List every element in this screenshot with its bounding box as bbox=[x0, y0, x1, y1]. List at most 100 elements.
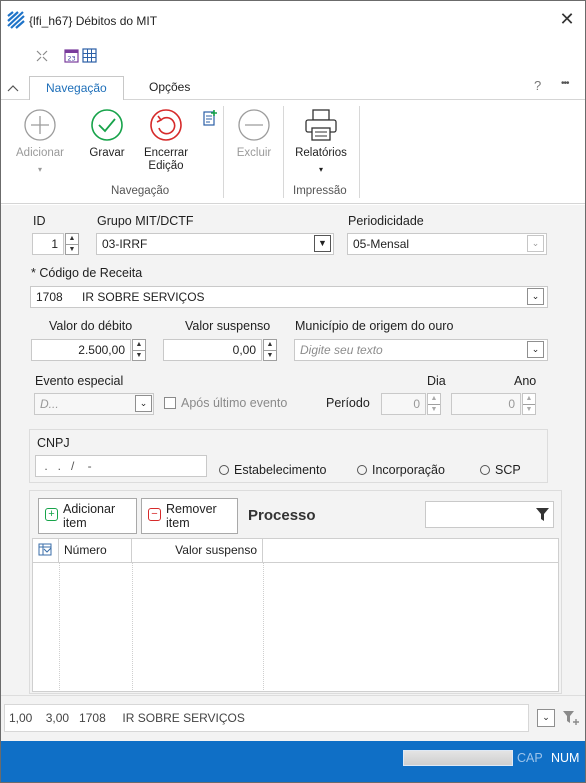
filter-icon[interactable] bbox=[535, 507, 550, 522]
plus-icon: + bbox=[45, 508, 58, 521]
id-label: ID bbox=[33, 214, 46, 228]
codigo-receita-select[interactable]: 1708 IR SOBRE SERVIÇOS bbox=[30, 286, 548, 308]
new-document-icon[interactable] bbox=[202, 109, 218, 127]
add-item-button[interactable]: + Adicionar item bbox=[38, 498, 137, 534]
tab-opcoes[interactable]: Opções bbox=[133, 76, 206, 101]
grid-column-line bbox=[59, 563, 60, 692]
calendar-icon[interactable]: 23 bbox=[64, 48, 79, 63]
progress-bar bbox=[403, 750, 513, 766]
checkmark-circle-icon bbox=[91, 109, 123, 141]
num-lock-indicator: NUM bbox=[551, 751, 580, 765]
cnpj-label: CNPJ bbox=[37, 436, 70, 450]
evento-especial-label: Evento especial bbox=[35, 374, 124, 388]
id-spinner[interactable]: ▲ ▼ bbox=[65, 233, 79, 255]
end-edit-label-line1: Encerrar bbox=[143, 147, 189, 159]
ribbon-tab-bar: Navegação Opções ? ••• bbox=[1, 76, 585, 101]
periodicidade-dropdown-arrow[interactable]: ⌄ bbox=[527, 235, 544, 252]
add-button-label: Adicionar bbox=[16, 147, 64, 159]
svg-text:23: 23 bbox=[67, 55, 75, 63]
valor-debito-label: Valor do débito bbox=[49, 319, 133, 333]
grid-column-line bbox=[132, 563, 133, 692]
grid-view-icon[interactable] bbox=[82, 48, 97, 63]
valor-debito-spinner[interactable]: ▲ ▼ bbox=[132, 339, 146, 361]
summary-dropdown-arrow[interactable]: ⌄ bbox=[537, 709, 555, 727]
ribbon-separator bbox=[283, 106, 284, 198]
cnpj-field[interactable]: . . / - bbox=[35, 455, 207, 477]
radio-estabelecimento[interactable]: Estabelecimento bbox=[219, 463, 326, 477]
radio-circle-icon bbox=[219, 465, 229, 475]
help-icon[interactable]: ? bbox=[534, 78, 541, 93]
valor-suspenso-spinner[interactable]: ▲ ▼ bbox=[263, 339, 277, 361]
chevron-down-icon: ▾ bbox=[37, 165, 42, 174]
id-field[interactable]: 1 bbox=[32, 233, 64, 255]
column-header-valor-suspenso[interactable]: Valor suspenso bbox=[132, 539, 263, 563]
ribbon-separator bbox=[359, 106, 360, 198]
collapse-ribbon-icon[interactable] bbox=[7, 83, 19, 93]
grid-corner bbox=[33, 539, 59, 563]
ano-label: Ano bbox=[514, 374, 537, 388]
municipio-label: Município de origem do ouro bbox=[295, 319, 454, 333]
reports-button[interactable]: Relatórios ▾ bbox=[289, 106, 353, 176]
valor-debito-field[interactable]: 2.500,00 bbox=[31, 339, 131, 361]
apos-ultimo-evento-label: Após último evento bbox=[181, 396, 288, 410]
more-options-icon[interactable]: ••• bbox=[561, 78, 569, 89]
grupo-select[interactable]: 03-IRRF bbox=[96, 233, 334, 255]
valor-suspenso-field[interactable]: 0,00 bbox=[163, 339, 262, 361]
processo-title: Processo bbox=[248, 507, 316, 524]
minus-circle-icon bbox=[238, 109, 270, 141]
save-button-label: Gravar bbox=[89, 147, 125, 159]
municipio-dropdown-arrow[interactable]: ⌄ bbox=[527, 341, 544, 358]
column-header-blank bbox=[263, 539, 558, 563]
close-icon[interactable]: ✕ bbox=[557, 9, 577, 29]
valor-suspenso-label: Valor suspenso bbox=[185, 319, 271, 333]
add-button[interactable]: Adicionar ▾ bbox=[9, 106, 71, 176]
record-summary-field[interactable]: 1,00 3,00 1708 IR SOBRE SERVIÇOS bbox=[4, 704, 529, 732]
group-label-navegacao: Navegação bbox=[111, 185, 170, 197]
periodicidade-select[interactable]: 05-Mensal bbox=[347, 233, 547, 255]
processo-grid: Número Valor suspenso bbox=[32, 538, 559, 692]
dia-spinner[interactable]: ▲ ▼ bbox=[427, 393, 441, 415]
reports-button-label: Relatórios bbox=[295, 147, 347, 159]
evento-especial-dropdown-arrow[interactable]: ⌄ bbox=[135, 395, 152, 412]
window-title: {lfi_h67} Débitos do MIT bbox=[29, 14, 158, 28]
ribbon-separator bbox=[223, 106, 224, 198]
remove-item-button[interactable]: − Remover item bbox=[141, 498, 238, 534]
radio-incorporacao[interactable]: Incorporação bbox=[357, 463, 445, 477]
delete-button[interactable]: Excluir bbox=[229, 106, 279, 160]
tab-navegacao[interactable]: Navegação bbox=[29, 76, 124, 101]
codigo-receita-dropdown-arrow[interactable]: ⌄ bbox=[527, 288, 544, 305]
grid-settings-icon[interactable] bbox=[38, 543, 53, 557]
ribbon: Adicionar ▾ Gravar Encerrar Edição Exclu… bbox=[1, 100, 585, 204]
radio-incorporacao-label: Incorporação bbox=[372, 463, 445, 477]
minus-icon: − bbox=[148, 508, 161, 521]
codigo-receita-number: 1708 bbox=[36, 290, 63, 304]
apos-ultimo-evento-checkbox[interactable] bbox=[164, 397, 176, 409]
collapse-icon[interactable] bbox=[35, 49, 49, 63]
municipio-input[interactable]: Digite seu texto bbox=[294, 339, 548, 361]
radio-scp-label: SCP bbox=[495, 463, 521, 477]
end-edit-button[interactable]: Encerrar Edição bbox=[137, 106, 195, 173]
caps-lock-indicator: CAP bbox=[517, 751, 543, 765]
grupo-dropdown-arrow[interactable]: ▼ bbox=[314, 235, 331, 252]
save-button[interactable]: Gravar bbox=[81, 106, 133, 160]
printer-icon bbox=[305, 109, 337, 141]
dia-label: Dia bbox=[427, 374, 446, 388]
radio-circle-icon bbox=[357, 465, 367, 475]
grupo-label: Grupo MIT/DCTF bbox=[97, 214, 194, 228]
ano-field[interactable]: 0 bbox=[451, 393, 521, 415]
ano-spinner[interactable]: ▲ ▼ bbox=[522, 393, 536, 415]
periodicidade-label: Periodicidade bbox=[348, 214, 424, 228]
status-bar: CAP NUM bbox=[1, 741, 585, 782]
column-header-numero[interactable]: Número bbox=[59, 539, 132, 563]
radio-scp[interactable]: SCP bbox=[480, 463, 521, 477]
delete-button-label: Excluir bbox=[236, 147, 272, 159]
add-circle-icon bbox=[24, 109, 56, 141]
quick-access-toolbar: 23 bbox=[1, 42, 585, 70]
end-edit-label-line2: Edição bbox=[148, 160, 184, 172]
codigo-receita-label: * Código de Receita bbox=[31, 266, 143, 280]
filter-add-icon[interactable] bbox=[562, 710, 580, 726]
radio-estabelecimento-label: Estabelecimento bbox=[234, 463, 327, 477]
dia-field[interactable]: 0 bbox=[381, 393, 426, 415]
codigo-receita-description: IR SOBRE SERVIÇOS bbox=[82, 290, 205, 304]
app-logo-icon bbox=[7, 11, 25, 29]
